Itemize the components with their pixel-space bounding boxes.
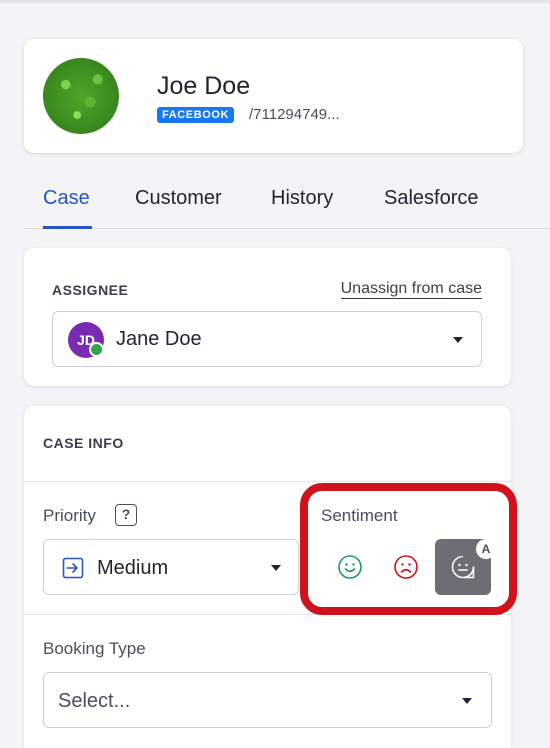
- assignee-select[interactable]: JD Jane Doe: [52, 311, 482, 367]
- online-status-dot: [89, 342, 104, 357]
- chevron-down-icon: [271, 565, 281, 571]
- assignee-card: ASSIGNEE Unassign from case JD Jane Doe: [24, 248, 511, 386]
- priority-arrow-icon: [62, 557, 84, 579]
- priority-select[interactable]: Medium: [43, 539, 299, 595]
- chevron-down-icon: [462, 698, 472, 704]
- booking-type-select[interactable]: Select...: [43, 672, 492, 728]
- tab-customer[interactable]: Customer: [135, 187, 222, 210]
- channel-badge: FACEBOOK: [157, 107, 235, 123]
- tab-case[interactable]: Case: [43, 187, 90, 210]
- assignee-section-label: ASSIGNEE: [52, 282, 129, 298]
- priority-value: Medium: [97, 557, 169, 579]
- divider: [24, 481, 511, 482]
- unassign-link[interactable]: Unassign from case: [340, 280, 482, 299]
- priority-label: Priority: [43, 506, 96, 525]
- assignee-name: Jane Doe: [116, 328, 202, 350]
- chevron-down-icon: [453, 337, 463, 343]
- active-tab-indicator: [43, 226, 92, 229]
- tab-history[interactable]: History: [271, 187, 333, 210]
- tab-salesforce[interactable]: Salesforce: [384, 187, 479, 210]
- booking-type-placeholder: Select...: [58, 690, 131, 712]
- channel-id: /711294749...: [249, 106, 340, 123]
- case-info-section-label: CASE INFO: [43, 435, 124, 451]
- tab-bar: Case Customer History Salesforce: [24, 181, 550, 229]
- customer-avatar: [43, 58, 119, 134]
- sentiment-highlight-box: [300, 483, 517, 615]
- help-icon[interactable]: ?: [115, 504, 137, 526]
- customer-name: Joe Doe: [157, 72, 251, 100]
- booking-type-label: Booking Type: [43, 639, 146, 658]
- customer-profile-card: Joe Doe FACEBOOK /711294749...: [24, 39, 523, 153]
- top-divider: [0, 0, 550, 3]
